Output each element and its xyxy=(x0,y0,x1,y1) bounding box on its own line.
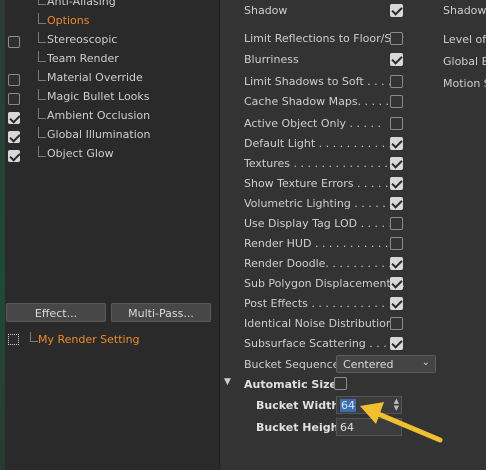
annotation-arrow xyxy=(360,402,443,443)
